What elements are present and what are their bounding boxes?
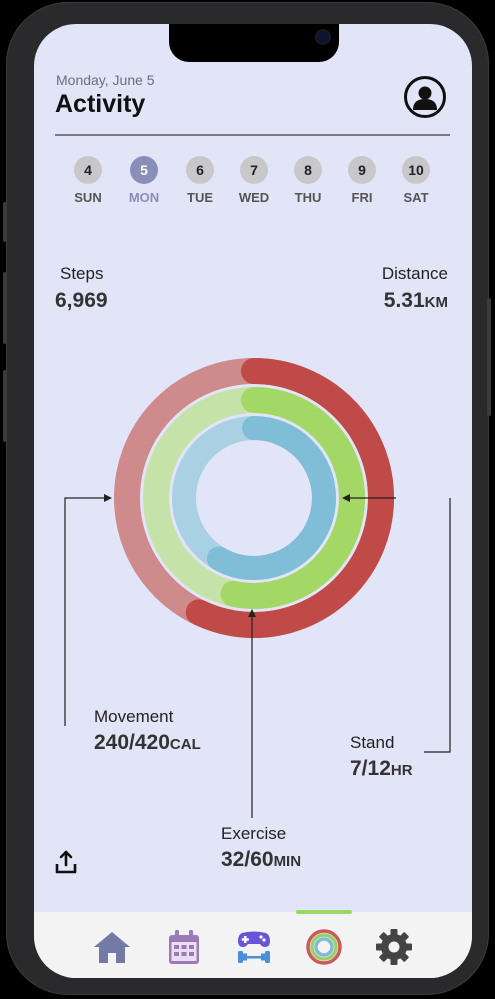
volume-up-button [3,272,7,344]
mute-switch [3,202,7,242]
app-screen: Monday, June 5 Activity 4 SUN 5 MON 6 TU… [34,24,472,978]
share-icon[interactable] [55,849,77,875]
movement-callout-line [64,497,106,726]
phone-frame: Monday, June 5 Activity 4 SUN 5 MON 6 TU… [3,2,491,995]
stand-number: 7/12 [350,757,391,780]
exercise-value: 32/60MIN [221,848,301,872]
movement-label: Movement [94,707,174,726]
power-button [487,298,491,416]
calendar-icon[interactable] [164,927,204,967]
stand-unit: HR [390,762,413,779]
stand-value: 7/12HR [350,757,413,781]
movement-arrow [104,494,112,502]
activity-rings-icon[interactable] [304,927,344,967]
gamepad-dumbbell-icon[interactable] [234,927,274,967]
gear-icon[interactable] [374,927,414,967]
movement-number: 240/420 [94,731,170,754]
movement-unit: CAL [169,736,201,753]
stand-callout-line [424,498,451,753]
exercise-unit: MIN [273,853,302,870]
movement-value: 240/420CAL [94,731,201,755]
volume-down-button [3,370,7,442]
stand-label: Stand [350,733,395,752]
active-tab-indicator [296,910,352,914]
home-icon[interactable] [92,927,132,967]
exercise-label: Exercise [221,824,287,843]
exercise-number: 32/60 [221,848,274,871]
